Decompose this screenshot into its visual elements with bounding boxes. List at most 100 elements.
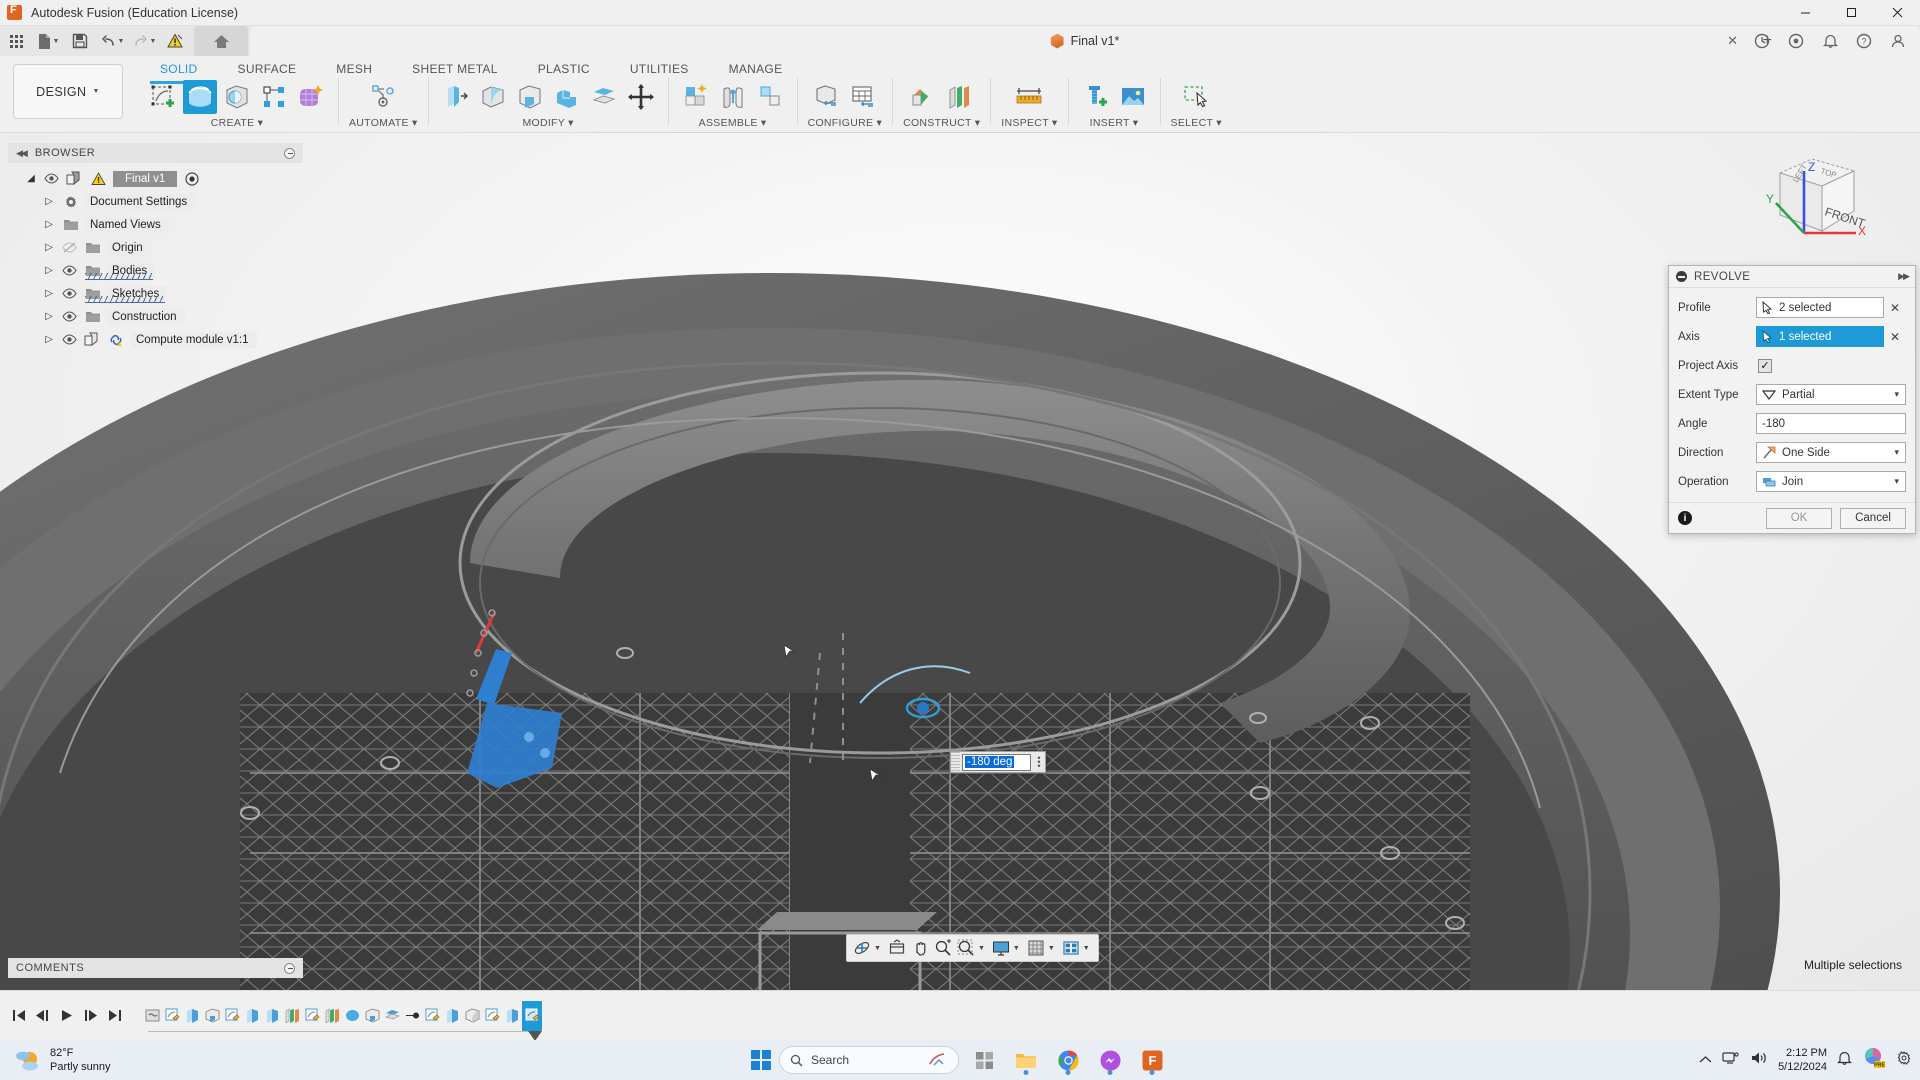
timeline-feature[interactable] <box>242 1001 262 1031</box>
weather-widget[interactable]: 82°F Partly sunny <box>14 1046 111 1074</box>
panel-configure-label[interactable]: CONFIGURE ▾ <box>808 117 883 129</box>
panel-options-icon[interactable] <box>284 962 295 974</box>
tree-root-node[interactable]: ◢ Final v1 <box>8 167 303 190</box>
view-cube[interactable]: LEFT TOP FRONT Z Y X <box>1742 143 1872 253</box>
ok-button[interactable]: OK <box>1766 507 1832 529</box>
browser-header[interactable]: ◀◀ BROWSER <box>8 143 303 163</box>
messenger-icon[interactable] <box>1093 1043 1127 1077</box>
tree-item-construction[interactable]: ▷ Construction <box>8 305 303 328</box>
activate-radio-icon[interactable] <box>182 171 201 186</box>
zoom-icon[interactable] <box>932 936 954 960</box>
collapse-left-icon[interactable]: ◀◀ <box>16 148 28 159</box>
offset-plane-icon[interactable] <box>906 80 940 114</box>
timeline-playhead-marker[interactable] <box>528 1030 542 1041</box>
joint-icon[interactable] <box>716 80 750 114</box>
tree-item-label[interactable]: Named Views <box>85 216 169 233</box>
panel-create-label[interactable]: CREATE ▾ <box>211 117 263 129</box>
expand-twisty-icon[interactable]: ◢ <box>24 173 38 184</box>
tree-item-bodies[interactable]: ▷ Bodies <box>8 259 303 282</box>
tree-item-origin[interactable]: ▷ Origin <box>8 236 303 259</box>
job-status-icon[interactable] <box>1747 28 1777 54</box>
zoom-window-icon[interactable] <box>955 936 977 960</box>
clear-axis-icon[interactable]: ✕ <box>1884 330 1906 344</box>
tree-item-label[interactable]: Compute module v1:1 <box>131 331 257 348</box>
network-icon[interactable] <box>1722 1050 1740 1071</box>
close-button[interactable] <box>1874 0 1920 26</box>
timeline-next-button[interactable] <box>80 1003 102 1029</box>
timeline-feature[interactable] <box>322 1001 342 1031</box>
timeline-play-button[interactable] <box>56 1003 78 1029</box>
timeline-feature[interactable] <box>362 1001 382 1031</box>
profile-selection-field[interactable]: 2 selected <box>1756 297 1884 318</box>
expand-twisty-icon[interactable]: ▷ <box>42 334 56 345</box>
timeline-feature[interactable] <box>182 1001 202 1031</box>
eye-visible-icon[interactable] <box>61 334 78 345</box>
fillet-icon[interactable] <box>476 80 510 114</box>
chevron-up-icon[interactable] <box>1699 1051 1712 1069</box>
file-explorer-icon[interactable] <box>1009 1043 1043 1077</box>
configure-icon[interactable] <box>809 80 843 114</box>
bell-icon[interactable] <box>1837 1050 1852 1071</box>
move-copy-icon[interactable] <box>624 80 658 114</box>
tree-root-label[interactable]: Final v1 <box>113 170 178 187</box>
timeline-last-button[interactable] <box>104 1003 126 1029</box>
panel-assemble-label[interactable]: ASSEMBLE ▾ <box>699 117 767 129</box>
minus-circle-icon[interactable] <box>1676 271 1687 282</box>
extensions-icon[interactable] <box>1781 28 1811 54</box>
pan-icon[interactable] <box>909 936 931 960</box>
panel-inspect-label[interactable]: INSPECT ▾ <box>1001 117 1057 129</box>
expand-twisty-icon[interactable]: ▷ <box>42 288 56 299</box>
timeline-previous-button[interactable] <box>32 1003 54 1029</box>
orbit-icon[interactable] <box>851 936 873 960</box>
expand-twisty-icon[interactable]: ▷ <box>42 196 56 207</box>
project-axis-checkbox[interactable]: ✓ <box>1758 358 1772 373</box>
home-tab-button[interactable] <box>194 26 248 56</box>
sphere-icon[interactable] <box>220 80 254 114</box>
chevron-down-icon[interactable]: ▼ <box>874 945 881 952</box>
volume-icon[interactable] <box>1750 1050 1768 1071</box>
configure-table-icon[interactable] <box>846 80 880 114</box>
tree-item-compute-module[interactable]: ▷ Compute module v1:1 <box>8 328 303 351</box>
bell-icon[interactable] <box>1815 28 1845 54</box>
info-icon[interactable]: i <box>1678 511 1692 525</box>
new-document-icon[interactable]: ▼ <box>33 28 63 54</box>
insert-image-icon[interactable] <box>1116 80 1150 114</box>
cancel-button[interactable]: Cancel <box>1840 507 1906 529</box>
tree-item-document-settings[interactable]: ▷ Document Settings <box>8 190 303 213</box>
chevron-down-icon[interactable]: ▼ <box>1013 945 1020 952</box>
timeline-feature[interactable] <box>342 1001 362 1031</box>
timeline-feature[interactable] <box>482 1001 502 1031</box>
chevron-down-icon[interactable]: ▼ <box>1083 945 1090 952</box>
warning-icon[interactable] <box>161 28 191 54</box>
angle-value-input[interactable]: -180 <box>1756 413 1906 434</box>
timeline-feature[interactable] <box>142 1001 162 1031</box>
form-icon[interactable] <box>294 80 328 114</box>
timeline-feature[interactable] <box>422 1001 442 1031</box>
eye-visible-icon[interactable] <box>61 311 78 322</box>
timeline-feature[interactable] <box>502 1001 522 1031</box>
panel-select-label[interactable]: SELECT ▾ <box>1171 117 1222 129</box>
measure-icon[interactable] <box>1012 80 1046 114</box>
tree-item-label[interactable]: Origin <box>107 239 151 256</box>
new-sketch-icon[interactable] <box>146 80 180 114</box>
grid-snaps-icon[interactable] <box>1025 936 1047 960</box>
panel-insert-label[interactable]: INSERT ▾ <box>1090 117 1139 129</box>
panel-construct-label[interactable]: CONSTRUCT ▾ <box>903 117 980 129</box>
tree-item-named-views[interactable]: ▷ Named Views <box>8 213 303 236</box>
expand-right-icon[interactable]: ▶▶ <box>1898 271 1910 282</box>
gear-icon[interactable] <box>1896 1050 1912 1071</box>
chrome-icon[interactable] <box>1051 1043 1085 1077</box>
redo-icon[interactable]: ▼ <box>129 28 159 54</box>
panel-modify-label[interactable]: MODIFY ▾ <box>522 117 573 129</box>
expand-twisty-icon[interactable]: ▷ <box>42 219 56 230</box>
insert-mcmaster-icon[interactable] <box>1079 80 1113 114</box>
select-window-icon[interactable] <box>1179 80 1213 114</box>
angle-text-input[interactable]: -180 deg <box>962 753 1031 771</box>
widgets-icon[interactable] <box>967 1043 1001 1077</box>
pattern-icon[interactable] <box>257 80 291 114</box>
comments-panel-header[interactable]: COMMENTS <box>8 958 303 978</box>
look-at-icon[interactable] <box>886 936 908 960</box>
timeline-feature[interactable] <box>442 1001 462 1031</box>
tree-item-sketches[interactable]: ▷ Sketches <box>8 282 303 305</box>
timeline-feature[interactable] <box>282 1001 302 1031</box>
